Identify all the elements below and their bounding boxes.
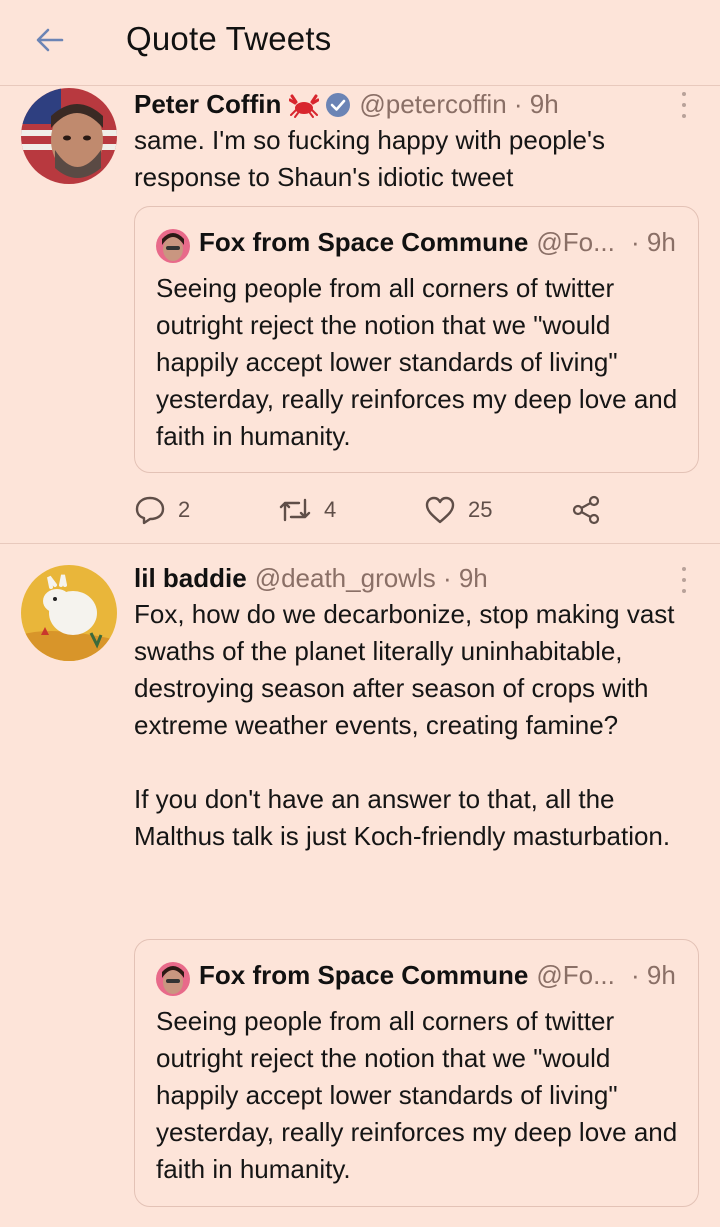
quoted-author-handle: @Fo...: [536, 227, 615, 257]
quoted-text: Seeing people from all corners of twitte…: [156, 273, 678, 451]
verified-badge-icon: [325, 92, 351, 118]
more-icon[interactable]: [676, 92, 692, 118]
page-title: Quote Tweets: [126, 20, 332, 57]
author-name[interactable]: Peter Coffin: [134, 89, 281, 120]
like-button[interactable]: 25: [424, 490, 492, 530]
tweet-header: Peter Coffin @petercoffin · 9h: [134, 89, 559, 120]
retweet-icon: [279, 498, 311, 522]
quoted-author-name: Fox from Space Commune: [199, 227, 529, 257]
author-name[interactable]: lil baddie: [134, 563, 247, 594]
tweet-actions: 2 4 25: [134, 490, 614, 530]
tweet-header: lil baddie @death_growls · 9h: [134, 563, 488, 594]
avatar[interactable]: [21, 88, 117, 184]
quoted-author-name: Fox from Space Commune: [199, 960, 529, 990]
retweet-count: 4: [324, 497, 337, 522]
quoted-header: Fox from Space Commune @Fo...: [199, 227, 615, 258]
author-handle[interactable]: @petercoffin · 9h: [359, 89, 558, 120]
quoted-header: Fox from Space Commune @Fo...: [199, 960, 615, 991]
tweet-text: same. I'm so fucking happy with people's…: [134, 125, 613, 192]
back-arrow-icon: [36, 28, 64, 52]
author-handle[interactable]: @death_growls · 9h: [255, 563, 488, 594]
quoted-avatar: [156, 229, 190, 263]
crab-emoji-icon: [289, 92, 320, 118]
avatar[interactable]: [21, 565, 117, 661]
like-icon: [425, 496, 455, 524]
retweet-button[interactable]: 4: [278, 490, 336, 530]
quoted-time: · 9h: [631, 227, 676, 257]
tweet[interactable]: lil baddie @death_growls · 9h Fox, how d…: [0, 545, 720, 1227]
share-icon: [572, 495, 600, 525]
more-icon[interactable]: [676, 567, 692, 593]
quoted-tweet[interactable]: Fox from Space Commune @Fo... · 9h Seein…: [134, 206, 699, 473]
reply-icon: [135, 496, 165, 525]
quoted-avatar: [156, 962, 190, 996]
reply-count: 2: [178, 497, 191, 522]
quoted-tweet[interactable]: Fox from Space Commune @Fo... · 9h Seein…: [134, 939, 699, 1207]
tweet-text: Fox, how do we decarbonize, stop making …: [134, 599, 675, 851]
quoted-author-handle: @Fo...: [536, 960, 615, 990]
quoted-time: · 9h: [631, 960, 676, 990]
top-bar: Quote Tweets: [0, 0, 720, 86]
share-button[interactable]: [570, 490, 602, 530]
tweet[interactable]: Peter Coffin @petercoffin · 9h same. I'm…: [0, 86, 720, 544]
quoted-text: Seeing people from all corners of twitte…: [156, 1006, 678, 1184]
like-count: 25: [468, 497, 493, 522]
reply-button[interactable]: 2: [134, 490, 190, 530]
back-button[interactable]: [30, 20, 70, 60]
